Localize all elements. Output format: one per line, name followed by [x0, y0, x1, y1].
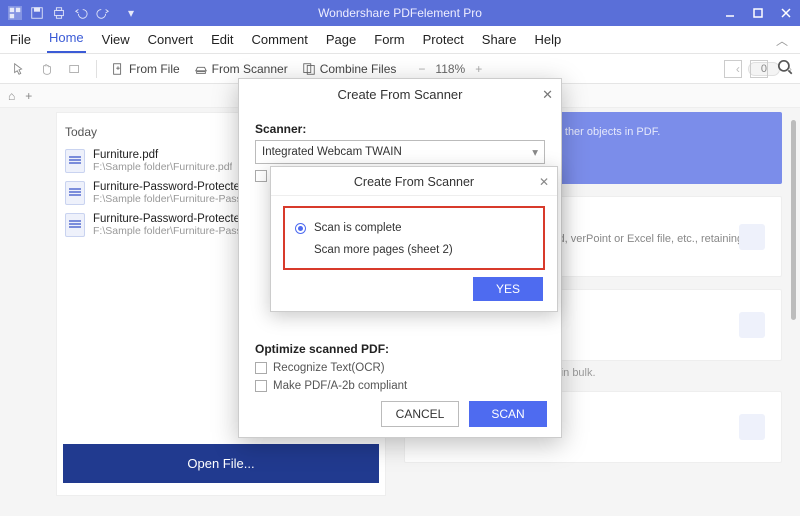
zoom-level: 118%	[435, 62, 465, 76]
pdfa-checkbox[interactable]	[255, 380, 267, 392]
redo-icon[interactable]	[96, 6, 110, 20]
menu-comment[interactable]: Comment	[250, 28, 310, 53]
optimize-label: Optimize scanned PDF:	[255, 342, 545, 356]
menu-help[interactable]: Help	[533, 28, 564, 53]
scan-complete-radio[interactable]	[295, 223, 306, 234]
app-logo-icon	[8, 6, 22, 20]
minimize-button[interactable]	[716, 0, 744, 26]
scanner-label: Scanner:	[255, 122, 545, 136]
scan-complete-dialog: Create From Scanner ✕ Scan is complete Sc…	[270, 166, 558, 312]
templates-icon	[739, 414, 765, 440]
pdf-icon	[65, 213, 85, 237]
from-scanner-button[interactable]: From Scanner	[190, 60, 292, 78]
zoom-out-button[interactable]: −	[418, 62, 425, 76]
menu-edit[interactable]: Edit	[209, 28, 235, 53]
scrollbar[interactable]	[791, 120, 796, 320]
title-bar: ▾ Wondershare PDFelement Pro	[0, 0, 800, 26]
screenshot-icon[interactable]	[724, 60, 742, 78]
close-button[interactable]	[772, 0, 800, 26]
ocr-checkbox[interactable]	[255, 362, 267, 374]
highlight-box: Scan is complete Scan more pages (sheet …	[283, 206, 545, 270]
menu-form[interactable]: Form	[372, 28, 406, 53]
dropdown-icon[interactable]: ▾	[124, 6, 138, 20]
save-icon[interactable]	[30, 6, 44, 20]
new-tab-button[interactable]: +	[25, 89, 32, 103]
cancel-button[interactable]: CANCEL	[381, 401, 459, 427]
menu-convert[interactable]: Convert	[146, 28, 196, 53]
convert-icon	[739, 224, 765, 250]
window-title: Wondershare PDFelement Pro	[318, 6, 482, 20]
maximize-button[interactable]	[744, 0, 772, 26]
yes-button[interactable]: YES	[473, 277, 543, 301]
from-file-button[interactable]: From File	[107, 60, 184, 78]
combine-files-button[interactable]: Combine Files	[298, 60, 401, 78]
menu-page[interactable]: Page	[324, 28, 358, 53]
menu-protect[interactable]: Protect	[421, 28, 466, 53]
collapse-ribbon-icon[interactable]: ︿	[772, 28, 792, 53]
open-file-button[interactable]: Open File...	[63, 444, 379, 483]
pdf-icon	[65, 181, 85, 205]
layout-icon[interactable]	[750, 60, 768, 78]
menu-home[interactable]: Home	[47, 26, 86, 53]
use-interface-checkbox[interactable]	[255, 170, 267, 182]
dialog1-close-icon[interactable]: ✕	[542, 87, 553, 103]
select-tool-icon[interactable]	[64, 60, 86, 78]
undo-icon[interactable]	[74, 6, 88, 20]
home-tab-icon[interactable]: ⌂	[8, 89, 15, 103]
hand-tool-icon[interactable]	[36, 60, 58, 78]
pointer-tool-icon[interactable]	[8, 60, 30, 78]
combine-icon	[739, 312, 765, 338]
chevron-down-icon: ▾	[532, 145, 538, 159]
menu-share[interactable]: Share	[480, 28, 519, 53]
search-icon[interactable]	[776, 58, 794, 79]
pdf-icon	[65, 149, 85, 173]
menu-file[interactable]: File	[8, 28, 33, 53]
dialog2-title: Create From Scanner	[354, 175, 474, 189]
scan-button[interactable]: SCAN	[469, 401, 547, 427]
menu-view[interactable]: View	[100, 28, 132, 53]
dialog2-close-icon[interactable]: ✕	[539, 175, 549, 189]
dialog1-title: Create From Scanner	[338, 87, 463, 102]
scanner-select[interactable]: Integrated Webcam TWAIN▾	[255, 140, 545, 164]
zoom-in-button[interactable]: +	[475, 62, 482, 76]
print-icon[interactable]	[52, 6, 66, 20]
menu-bar: File Home View Convert Edit Comment Page…	[0, 26, 800, 54]
right-tools	[724, 58, 794, 79]
